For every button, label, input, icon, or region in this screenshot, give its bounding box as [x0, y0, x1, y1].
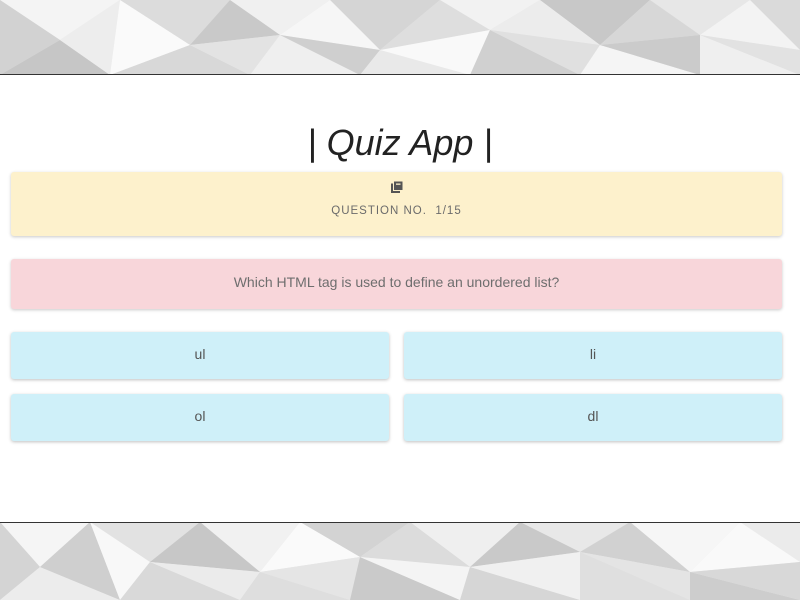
question-number-box: QUESTION NO. 1/15 [11, 172, 782, 236]
book-icon [391, 180, 404, 193]
quiz-card: | Quiz App | QUESTION NO. 1/15 Which HTM… [0, 74, 800, 523]
option-button-1[interactable]: ul [11, 332, 389, 379]
background-pattern-bottom [0, 522, 800, 600]
option-button-3[interactable]: ol [11, 394, 389, 441]
background-pattern-top [0, 0, 800, 75]
option-button-4[interactable]: dl [404, 394, 782, 441]
option-button-2[interactable]: li [404, 332, 782, 379]
question-number-label: QUESTION NO. 1/15 [331, 205, 462, 217]
app-title: | Quiz App | [307, 122, 493, 163]
question-text: Which HTML tag is used to define an unor… [11, 259, 782, 309]
